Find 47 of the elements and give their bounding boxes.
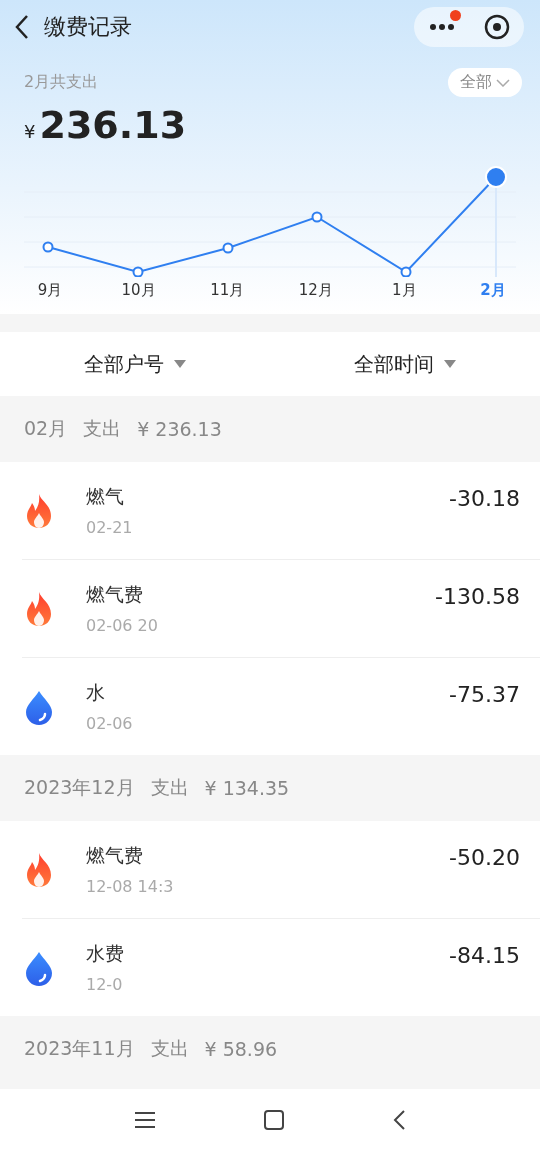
payment-time: 02-06: [86, 714, 134, 733]
payment-title: 水: [86, 680, 106, 705]
back-icon[interactable]: [392, 1109, 407, 1131]
payment-time: 12-08 14:3: [86, 877, 175, 896]
payment-amount: -75.37: [449, 682, 520, 707]
home-icon[interactable]: [263, 1109, 285, 1131]
month-label[interactable]: 10月: [118, 281, 159, 300]
back-icon[interactable]: [14, 14, 30, 40]
payment-time: 12-0: [86, 975, 124, 994]
currency-symbol: ¥: [24, 121, 36, 142]
summary-label: 2月共支出: [24, 72, 99, 93]
filter-dropdown[interactable]: 全部户号: [0, 349, 270, 379]
group-total: ¥ 236.13: [137, 418, 222, 440]
page-title: 缴费记录: [44, 13, 133, 41]
payment-time: 02-06 20: [86, 616, 159, 635]
caret-down-icon: [174, 360, 186, 368]
chevron-down-icon: [496, 78, 510, 87]
payment-title: 燃气费: [86, 582, 144, 607]
filter-dropdown[interactable]: 全部时间: [270, 349, 540, 379]
month-label[interactable]: 12月: [295, 281, 336, 300]
type-filter[interactable]: 全部: [448, 68, 522, 97]
payment-title: 水费: [86, 941, 125, 966]
group-label: 支出: [150, 1036, 189, 1061]
month-label[interactable]: 9月: [30, 281, 70, 300]
group-month: 2023年12月: [24, 775, 135, 800]
group-month: 02月: [24, 416, 68, 441]
group-total: ¥ 58.96: [204, 1038, 278, 1060]
caret-down-icon: [444, 360, 456, 368]
group-month: 2023年11月: [24, 1036, 135, 1061]
payment-amount: -50.20: [449, 845, 520, 870]
menu-icon[interactable]: [133, 1111, 156, 1129]
payment-amount: -84.15: [449, 943, 520, 968]
payment-amount: -130.58: [435, 584, 520, 609]
month-label[interactable]: 11月: [207, 281, 248, 300]
payment-title: 燃气: [86, 484, 125, 509]
total-amount: 236.13: [39, 103, 187, 147]
group-label: 支出: [83, 416, 122, 441]
record-icon[interactable]: [483, 14, 510, 40]
payment-amount: -30.18: [449, 486, 520, 511]
notification-dot: [450, 10, 461, 21]
payment-time: 02-21: [86, 518, 134, 537]
payment-title: 燃气费: [86, 843, 144, 868]
month-label[interactable]: 2月: [472, 281, 513, 300]
group-total: ¥ 134.35: [204, 777, 290, 799]
month-label[interactable]: 1月: [384, 281, 425, 300]
more-icon[interactable]: [428, 23, 455, 31]
group-label: 支出: [150, 775, 189, 800]
